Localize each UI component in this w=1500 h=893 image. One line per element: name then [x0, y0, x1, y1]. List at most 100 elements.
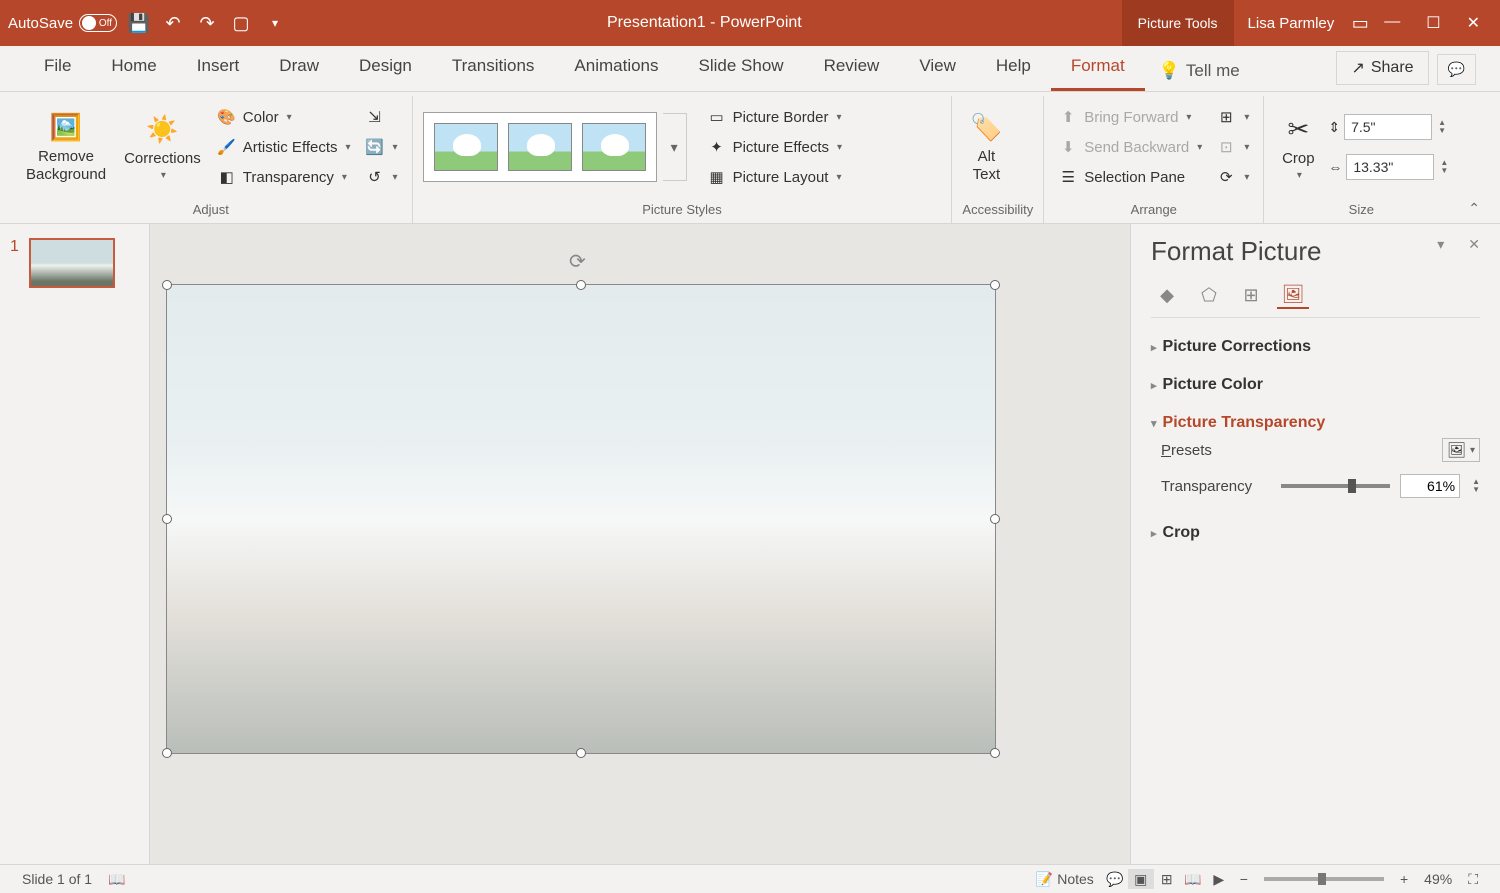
slideshow-view-button[interactable]: ▶ [1206, 869, 1232, 889]
styles-gallery-more[interactable]: ▾ [663, 113, 687, 181]
corrections-button[interactable]: ☀️ Corrections▾ [118, 108, 207, 186]
group-icon: ⊡ [1216, 137, 1236, 157]
height-input[interactable]: 7.5" [1344, 114, 1432, 140]
ribbon-display-icon[interactable]: ▭ [1348, 11, 1372, 35]
resize-handle-nw[interactable] [162, 280, 172, 290]
group-adjust: 🖼️ Remove Background ☀️ Corrections▾ 🎨Co… [10, 96, 413, 223]
undo-icon[interactable]: ↶ [161, 11, 185, 35]
pane-close-icon[interactable]: ✕ [1468, 236, 1480, 253]
change-picture-button[interactable]: 🔄▾ [361, 134, 402, 160]
pane-options-icon[interactable]: ▾ [1437, 236, 1444, 253]
spellcheck-icon[interactable]: 📖 [100, 871, 133, 888]
transparency-presets-button[interactable]: 🖼▾ [1442, 438, 1480, 462]
reading-view-button[interactable]: 📖 [1180, 869, 1206, 889]
transparency-down[interactable]: ▼ [1472, 486, 1480, 494]
notes-button[interactable]: 📝 Notes [1028, 871, 1102, 888]
resize-handle-ne[interactable] [990, 280, 1000, 290]
tab-format[interactable]: Format [1051, 46, 1145, 91]
collapse-ribbon-button[interactable]: ⌃ [1458, 194, 1490, 223]
resize-handle-w[interactable] [162, 514, 172, 524]
zoom-slider[interactable] [1264, 877, 1384, 881]
tab-help[interactable]: Help [976, 46, 1051, 91]
height-down[interactable]: ▼ [1438, 127, 1446, 135]
style-preset-3[interactable] [582, 123, 646, 171]
align-icon: ⊞ [1216, 107, 1236, 127]
close-button[interactable]: ✕ [1463, 9, 1484, 37]
height-icon: ⇕ [1328, 119, 1340, 136]
share-button[interactable]: ↗ Share [1336, 51, 1428, 85]
alt-text-icon: 🏷️ [968, 110, 1004, 146]
tab-file[interactable]: File [24, 46, 91, 91]
section-crop[interactable]: ▸Crop [1151, 524, 1480, 542]
style-preset-1[interactable] [434, 123, 498, 171]
tab-home[interactable]: Home [91, 46, 176, 91]
normal-view-button[interactable]: ▣ [1128, 869, 1154, 889]
transparency-slider[interactable] [1281, 484, 1390, 488]
redo-icon[interactable]: ↷ [195, 11, 219, 35]
present-icon[interactable]: ▢ [229, 11, 253, 35]
tab-design[interactable]: Design [339, 46, 432, 91]
ribbon: 🖼️ Remove Background ☀️ Corrections▾ 🎨Co… [0, 92, 1500, 224]
rotate-handle[interactable]: ⟳ [569, 249, 586, 274]
tab-review[interactable]: Review [804, 46, 900, 91]
compress-button[interactable]: ⇲ [361, 104, 402, 130]
selection-pane-button[interactable]: ☰Selection Pane [1054, 164, 1206, 190]
picture-effects-button[interactable]: ✦Picture Effects▾ [703, 134, 846, 160]
tab-draw[interactable]: Draw [259, 46, 339, 91]
zoom-in-button[interactable]: + [1392, 871, 1416, 887]
section-picture-corrections[interactable]: ▸Picture Corrections [1151, 338, 1480, 356]
alt-text-button[interactable]: 🏷️ Alt Text [962, 106, 1010, 188]
tab-slideshow[interactable]: Slide Show [679, 46, 804, 91]
section-picture-transparency[interactable]: ▾Picture Transparency [1151, 414, 1480, 432]
pane-tab-size[interactable]: ⊞ [1235, 281, 1267, 309]
style-preset-2[interactable] [508, 123, 572, 171]
tab-view[interactable]: View [899, 46, 976, 91]
minimize-button[interactable]: — [1380, 9, 1404, 37]
tell-me-search[interactable]: 💡 Tell me [1145, 51, 1254, 91]
color-button[interactable]: 🎨Color▾ [213, 104, 355, 130]
picture-border-button[interactable]: ▭Picture Border▾ [703, 104, 846, 130]
align-button[interactable]: ⊞▾ [1212, 104, 1253, 130]
picture-layout-button[interactable]: ▦Picture Layout▾ [703, 164, 846, 190]
qat-more-icon[interactable]: ▾ [263, 11, 287, 35]
slide-thumbnail-1[interactable] [29, 238, 115, 288]
comments-status-icon[interactable]: 💬 [1102, 869, 1128, 889]
resize-handle-sw[interactable] [162, 748, 172, 758]
user-name[interactable]: Lisa Parmley [1234, 15, 1349, 32]
resize-handle-s[interactable] [576, 748, 586, 758]
pane-tab-fill[interactable]: ◆ [1151, 281, 1183, 309]
comments-button[interactable]: 💬 [1437, 54, 1476, 85]
zoom-out-button[interactable]: − [1232, 871, 1256, 887]
width-input[interactable]: 13.33" [1346, 154, 1434, 180]
slide-info[interactable]: Slide 1 of 1 [14, 871, 100, 887]
transparency-value-input[interactable] [1400, 474, 1460, 498]
slide-canvas[interactable]: ⟳ [150, 224, 1130, 864]
maximize-button[interactable]: ☐ [1422, 9, 1444, 37]
save-icon[interactable]: 💾 [127, 11, 151, 35]
pane-tab-picture[interactable]: 🖼 [1277, 281, 1309, 309]
selected-picture[interactable]: ⟳ [166, 284, 996, 754]
reset-picture-button[interactable]: ↺▾ [361, 164, 402, 190]
width-down[interactable]: ▼ [1440, 167, 1448, 175]
remove-background-button[interactable]: 🖼️ Remove Background [20, 106, 112, 188]
transparency-button[interactable]: ◧Transparency▾ [213, 164, 355, 190]
context-tab-picture-tools[interactable]: Picture Tools [1122, 0, 1234, 46]
rotate-button[interactable]: ⟳▾ [1212, 164, 1253, 190]
sorter-view-button[interactable]: ⊞ [1154, 869, 1180, 889]
pane-tab-effects[interactable]: ⬠ [1193, 281, 1225, 309]
crop-icon: ✂ [1280, 112, 1316, 148]
zoom-value[interactable]: 49% [1416, 871, 1460, 887]
fit-to-window-button[interactable]: ⛶ [1460, 871, 1486, 888]
tab-animations[interactable]: Animations [554, 46, 678, 91]
resize-handle-se[interactable] [990, 748, 1000, 758]
tab-transitions[interactable]: Transitions [432, 46, 555, 91]
mountain-image [167, 285, 995, 753]
resize-handle-e[interactable] [990, 514, 1000, 524]
crop-button[interactable]: ✂ Crop▾ [1274, 108, 1322, 186]
section-picture-color[interactable]: ▸Picture Color [1151, 376, 1480, 394]
tab-insert[interactable]: Insert [177, 46, 260, 91]
autosave-toggle[interactable]: AutoSave Off [8, 14, 117, 32]
artistic-effects-button[interactable]: 🖌️Artistic Effects▾ [213, 134, 355, 160]
resize-handle-n[interactable] [576, 280, 586, 290]
picture-styles-gallery[interactable] [423, 112, 657, 182]
